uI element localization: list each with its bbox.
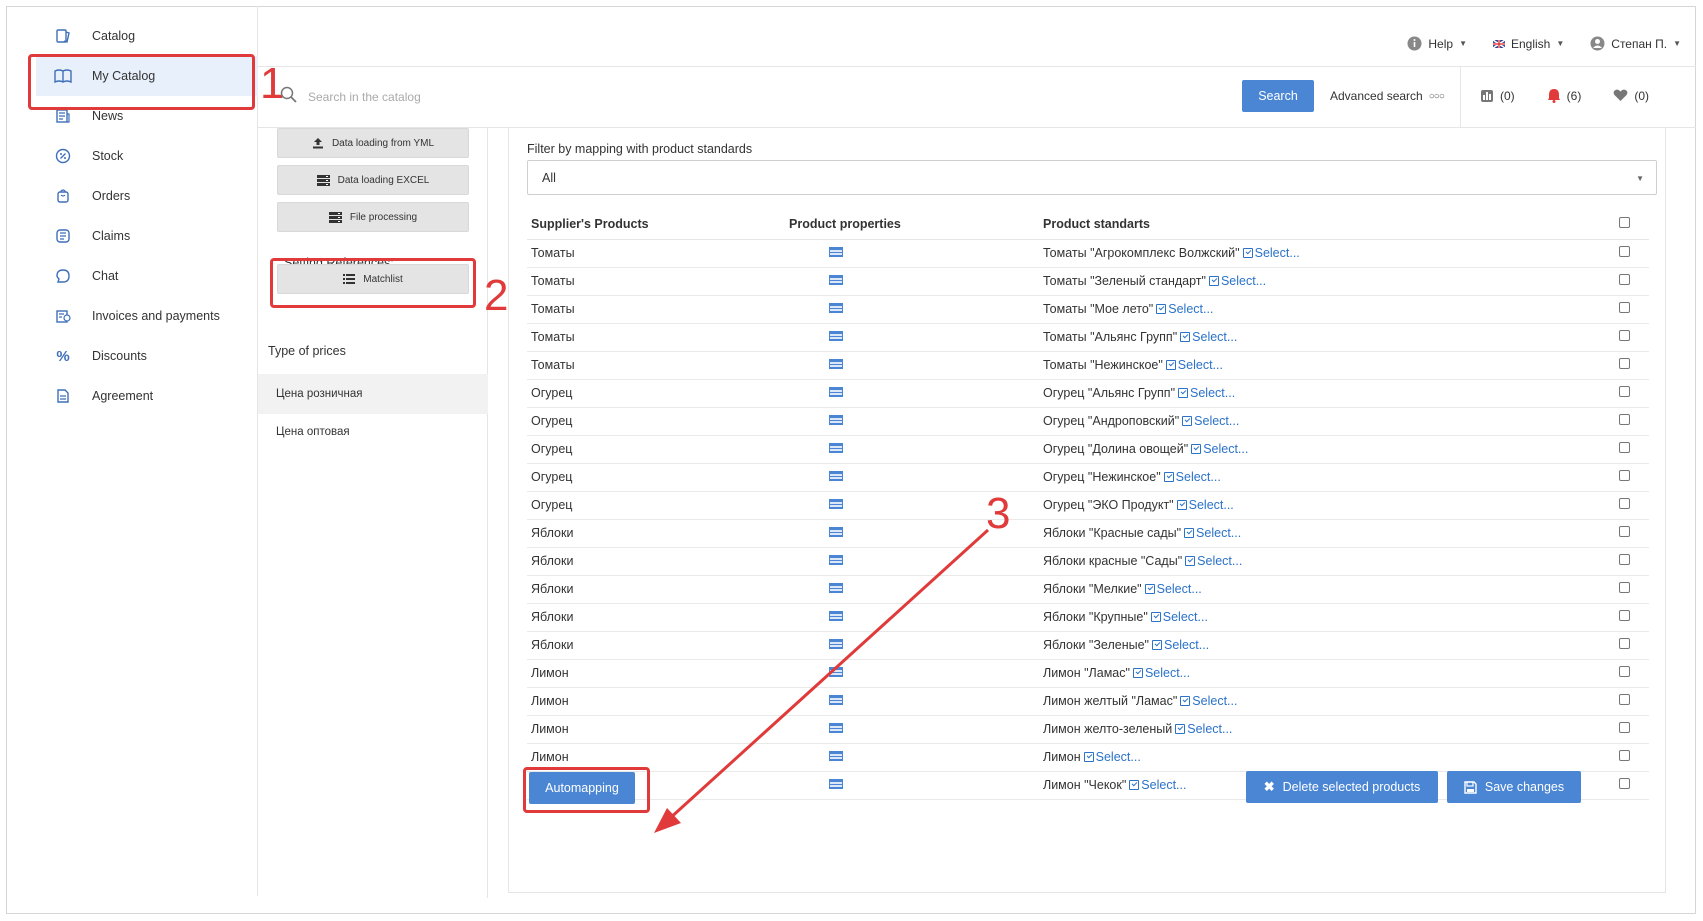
annotation-arrow <box>654 528 990 833</box>
